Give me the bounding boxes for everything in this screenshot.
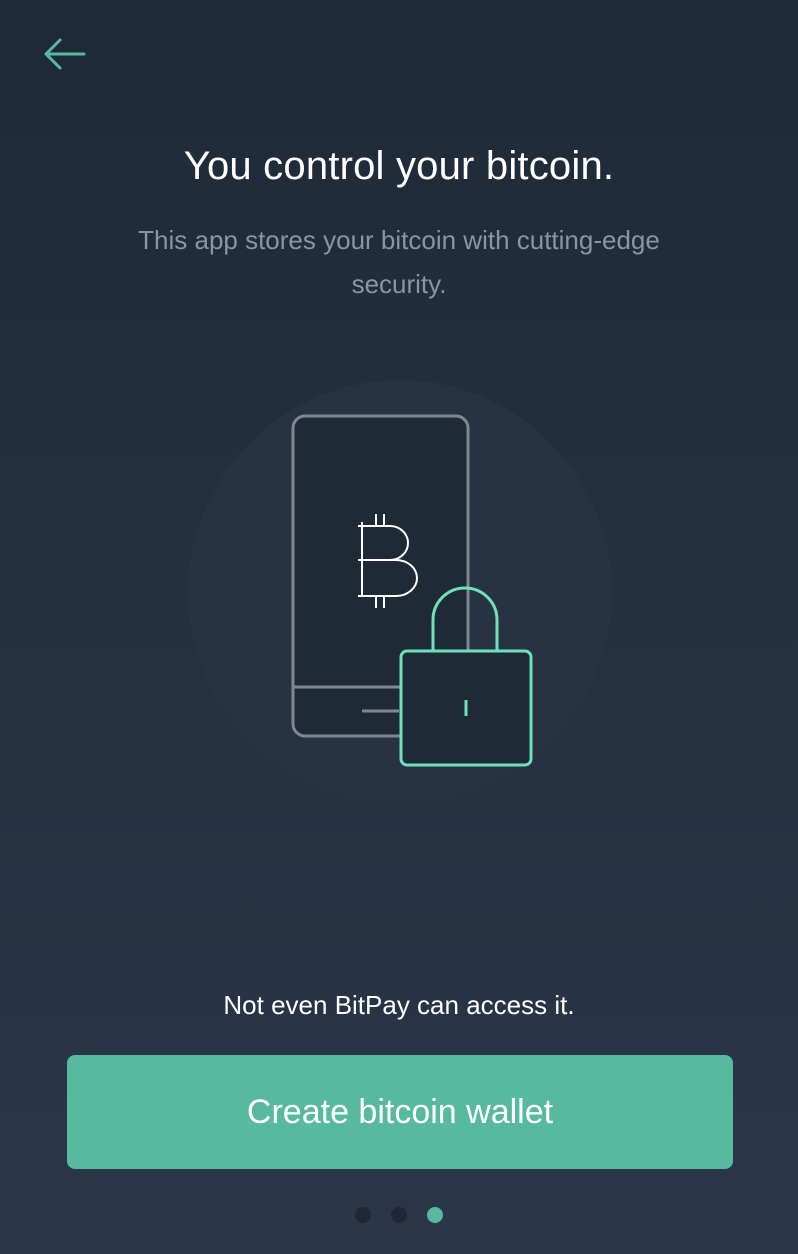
page-dot-3-active[interactable] [427,1207,443,1223]
page-dot-1[interactable] [355,1207,371,1223]
arrow-left-icon [44,38,86,70]
page-indicator [355,1207,443,1223]
security-caption: Not even BitPay can access it. [223,990,575,1020]
page-title: You control your bitcoin. [183,144,615,188]
create-wallet-button[interactable]: Create bitcoin wallet [67,1055,733,1169]
page-dot-2[interactable] [391,1207,407,1223]
page-subtitle: This app stores your bitcoin with cuttin… [138,225,660,299]
back-button[interactable] [36,30,92,78]
security-illustration [185,380,615,810]
